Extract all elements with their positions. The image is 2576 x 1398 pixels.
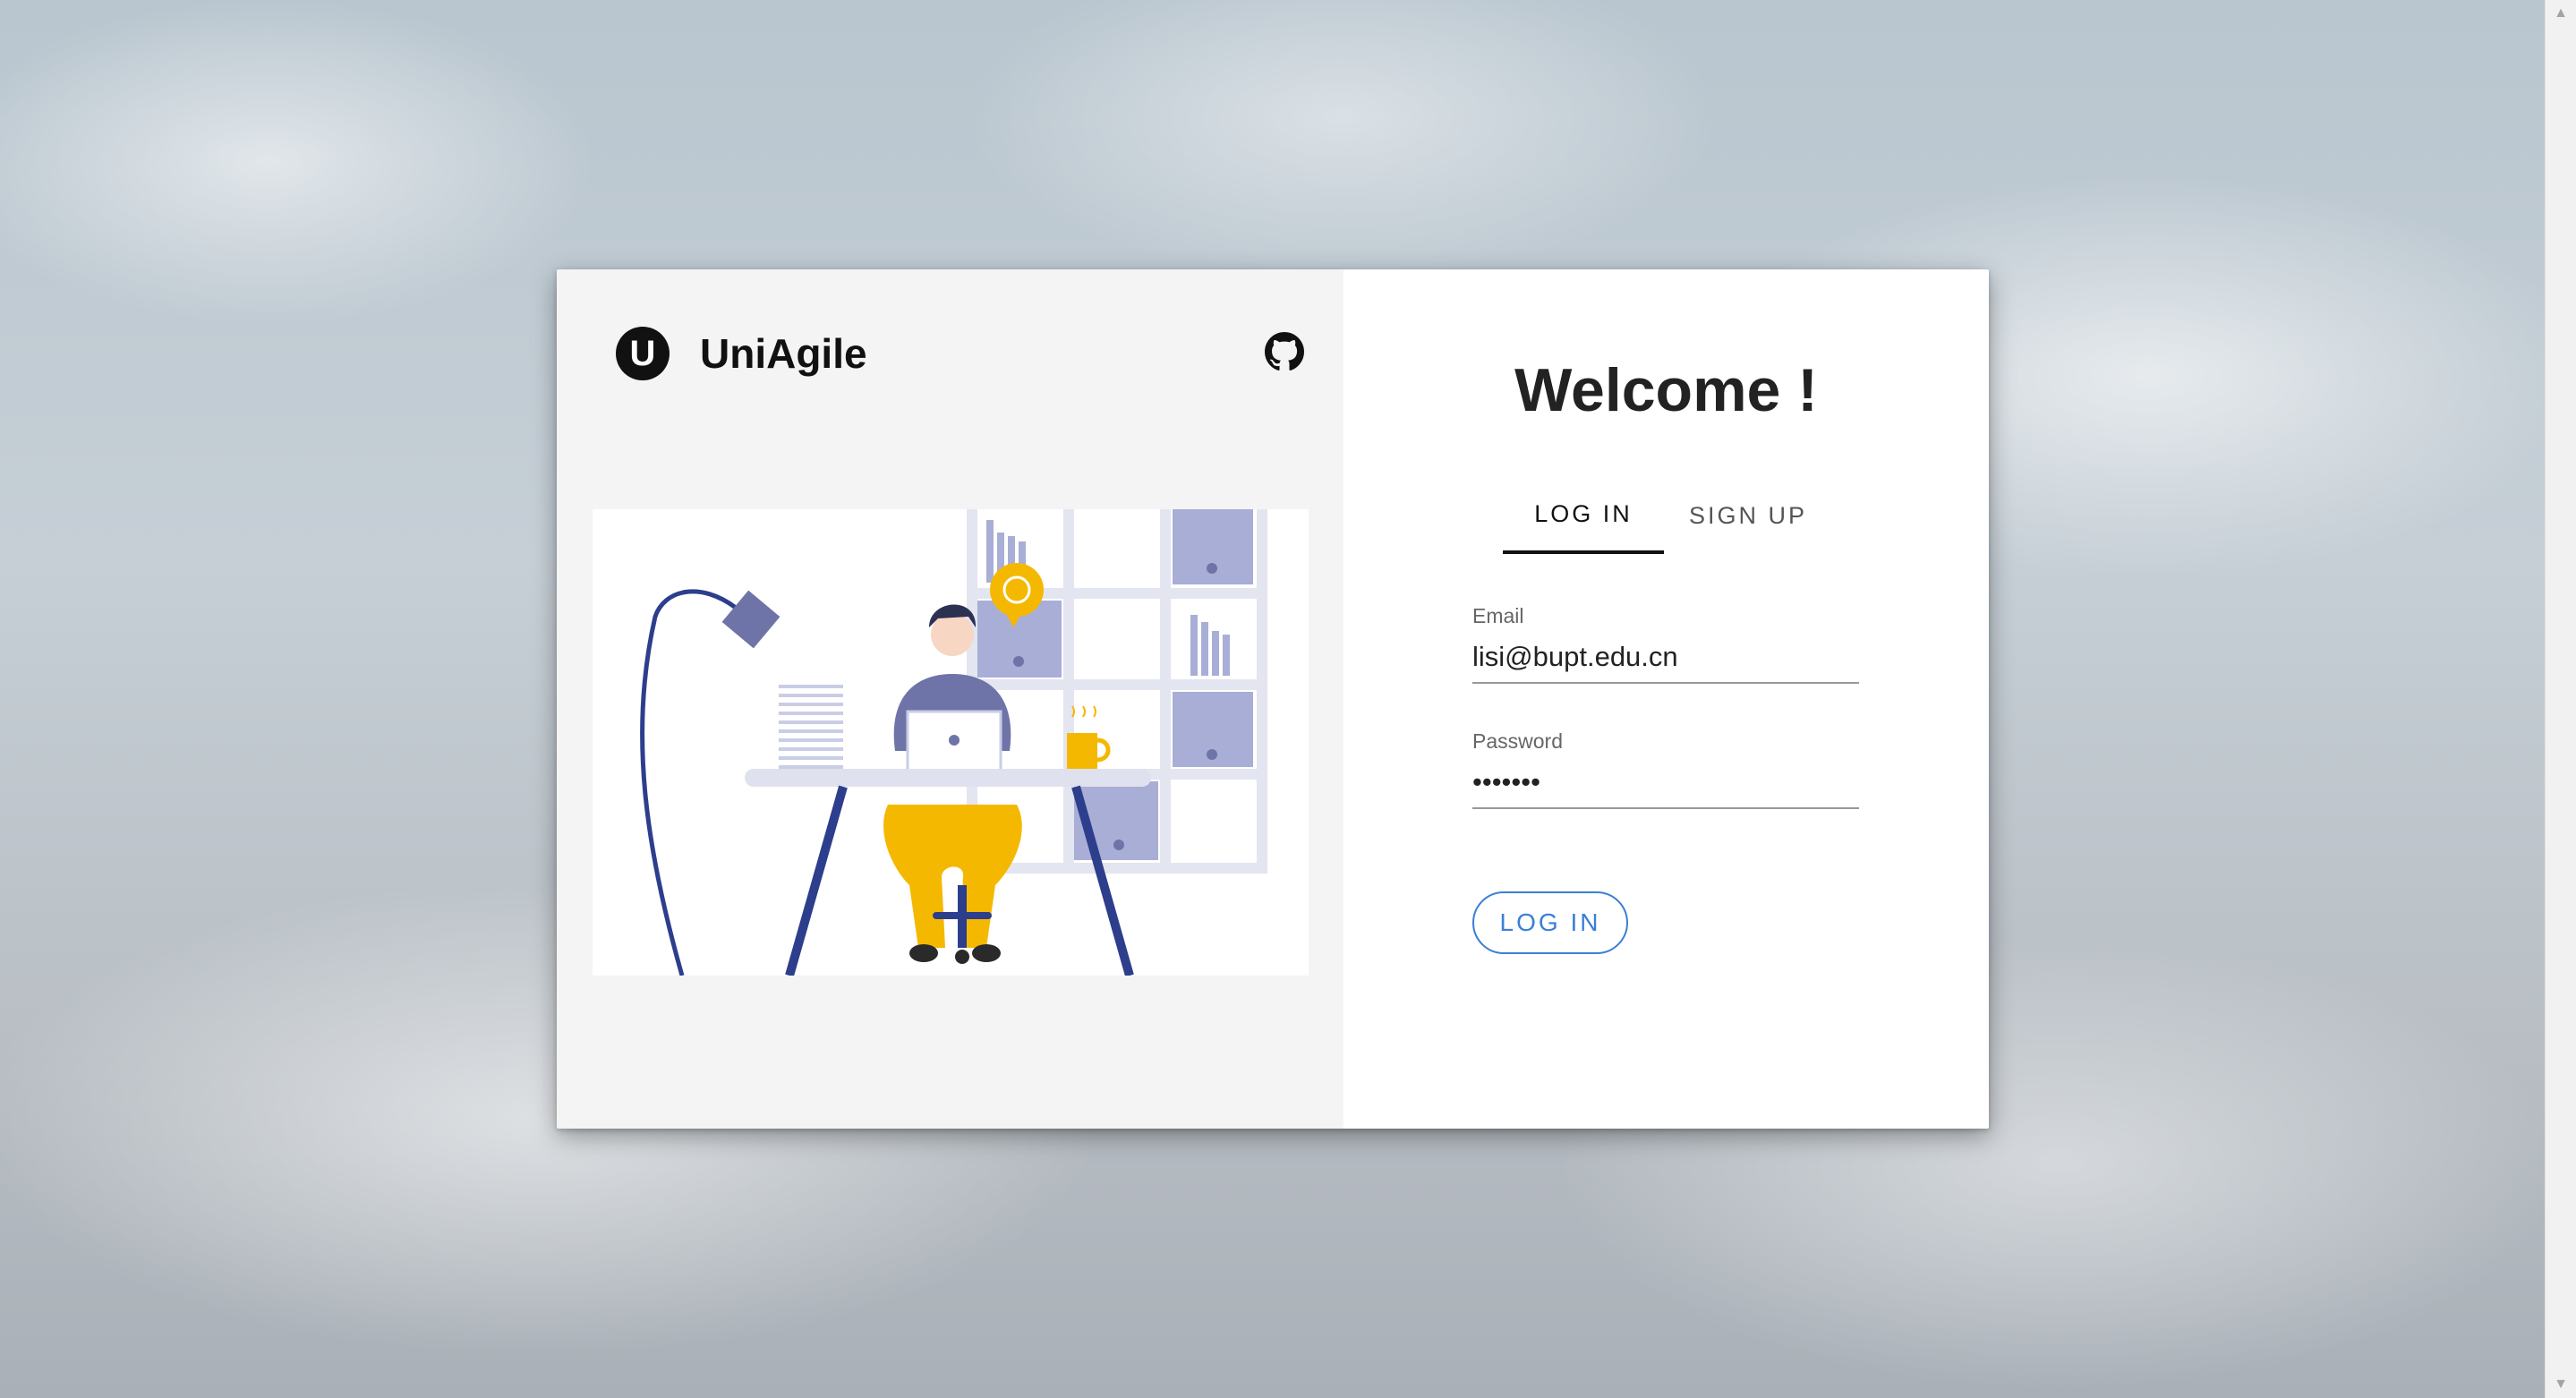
welcome-heading: Welcome !: [1514, 356, 1818, 424]
brand-panel: U UniAgile: [557, 269, 1343, 1129]
login-card: U UniAgile Welcome ! LOG IN SIGN UP Emai…: [557, 269, 1989, 1129]
email-field-group: Email: [1472, 604, 1859, 684]
password-label: Password: [1472, 729, 1563, 753]
scroll-up-arrow-icon[interactable]: ▲: [2546, 0, 2576, 27]
auth-tabs: LOG IN SIGN UP: [1503, 477, 1832, 554]
log-in-button[interactable]: LOG IN: [1472, 891, 1628, 954]
brand: U UniAgile: [616, 327, 867, 380]
brand-name: UniAgile: [700, 330, 867, 377]
password-field-group: Password: [1472, 729, 1859, 809]
auth-panel: Welcome ! LOG IN SIGN UP Email Password …: [1343, 269, 1989, 1129]
email-label: Email: [1472, 604, 1524, 627]
github-icon[interactable]: [1265, 332, 1304, 371]
logo-icon: U: [616, 327, 670, 380]
tab-sign-up[interactable]: SIGN UP: [1664, 477, 1832, 554]
password-field[interactable]: [1472, 761, 1859, 809]
workspace-illustration: [593, 509, 1309, 976]
scroll-down-arrow-icon[interactable]: ▼: [2546, 1371, 2576, 1398]
tab-log-in[interactable]: LOG IN: [1503, 477, 1664, 554]
scrollbar[interactable]: ▲ ▼: [2545, 0, 2576, 1398]
email-field[interactable]: [1472, 635, 1859, 684]
